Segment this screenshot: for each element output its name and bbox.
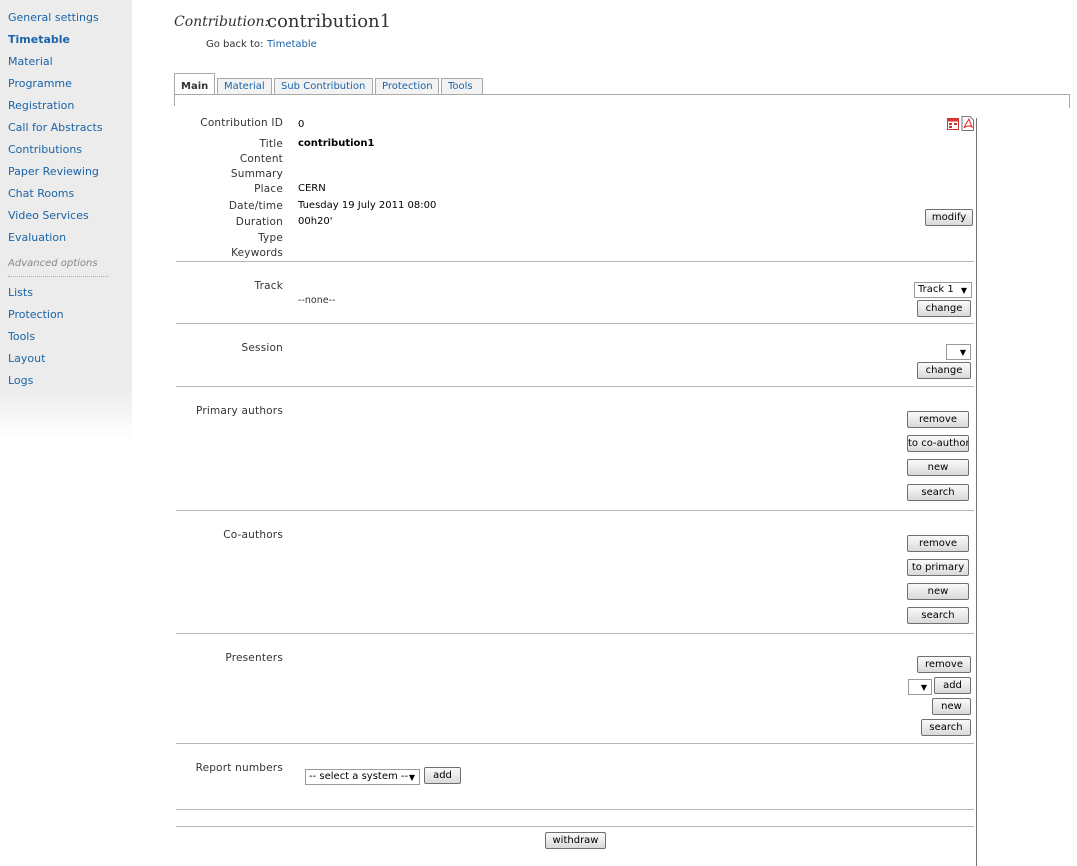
tab-tools[interactable]: Tools xyxy=(441,78,483,94)
tab-main[interactable]: Main xyxy=(174,73,215,95)
presenter-add-button[interactable]: add xyxy=(934,677,971,694)
sidebar-item-contributions[interactable]: Contributions xyxy=(8,143,82,156)
place-label: Place xyxy=(254,183,283,195)
advanced-options-heading: Advanced options xyxy=(8,258,98,269)
sidebar-item-tools[interactable]: Tools xyxy=(8,330,35,343)
track-select[interactable]: Track 1 ▼ xyxy=(914,282,972,298)
chevron-down-icon: ▼ xyxy=(408,773,415,782)
coauthor-search-button[interactable]: search xyxy=(907,607,969,624)
keywords-label: Keywords xyxy=(231,247,283,259)
presenters-label: Presenters xyxy=(225,652,283,664)
sidebar-item-layout[interactable]: Layout xyxy=(8,352,45,365)
title-value: contribution1 xyxy=(298,138,375,149)
duration-label: Duration xyxy=(235,216,283,228)
duration-value: 00h20' xyxy=(298,216,333,227)
sidebar-item-chat-rooms[interactable]: Chat Rooms xyxy=(8,187,74,200)
withdraw-button[interactable]: withdraw xyxy=(545,832,606,849)
title-label: Title xyxy=(259,138,283,150)
datetime-value: Tuesday 19 July 2011 08:00 xyxy=(298,200,437,211)
primary-remove-button[interactable]: remove xyxy=(907,411,969,428)
presenter-new-button[interactable]: new xyxy=(932,698,971,715)
sidebar-divider xyxy=(8,276,108,277)
primary-new-button[interactable]: new xyxy=(907,459,969,476)
sidebar: General settings Timetable Material Prog… xyxy=(0,0,132,440)
modify-button[interactable]: modify xyxy=(925,209,973,226)
to-coauthor-button[interactable]: to co-author xyxy=(907,435,969,452)
primary-authors-label: Primary authors xyxy=(196,405,283,417)
datetime-label: Date/time xyxy=(228,200,283,212)
to-primary-button[interactable]: to primary xyxy=(907,559,969,576)
presenter-select[interactable]: ▼ xyxy=(908,679,932,695)
session-select[interactable]: ▼ xyxy=(946,344,971,360)
tab-frame-right xyxy=(1069,94,1070,108)
report-system-select-value: -- select a system -- xyxy=(309,771,409,782)
chevron-down-icon: ▼ xyxy=(920,683,927,692)
tab-protection[interactable]: Protection xyxy=(375,78,439,94)
tab-sub-contribution[interactable]: Sub Contribution xyxy=(274,78,373,94)
track-label: Track xyxy=(254,280,283,292)
sidebar-item-protection[interactable]: Protection xyxy=(8,308,64,321)
report-add-button[interactable]: add xyxy=(424,767,461,784)
session-change-button[interactable]: change xyxy=(917,362,971,379)
separator xyxy=(176,510,974,511)
sidebar-item-registration[interactable]: Registration xyxy=(8,99,74,112)
sidebar-item-video-services[interactable]: Video Services xyxy=(8,209,89,222)
sidebar-item-paper-reviewing[interactable]: Paper Reviewing xyxy=(8,165,99,178)
page-title: contribution1 xyxy=(267,11,392,32)
sidebar-item-programme[interactable]: Programme xyxy=(8,77,72,90)
summary-label: Summary xyxy=(230,168,283,180)
coauthor-new-button[interactable]: new xyxy=(907,583,969,600)
sidebar-item-timetable[interactable]: Timetable xyxy=(8,33,70,46)
separator xyxy=(176,386,974,387)
track-change-button[interactable]: change xyxy=(917,300,971,317)
track-select-value: Track 1 xyxy=(918,284,954,295)
tab-frame-left xyxy=(174,94,177,106)
ical-export-icon[interactable] xyxy=(947,116,959,130)
chevron-down-icon: ▼ xyxy=(960,286,967,295)
sidebar-item-call-for-abstracts[interactable]: Call for Abstracts xyxy=(8,121,103,134)
separator xyxy=(176,743,974,744)
type-label: Type xyxy=(258,232,283,244)
sidebar-item-logs[interactable]: Logs xyxy=(8,374,33,387)
chevron-down-icon: ▼ xyxy=(959,348,966,357)
sidebar-item-general-settings[interactable]: General settings xyxy=(8,11,99,24)
primary-search-button[interactable]: search xyxy=(907,484,969,501)
coauthor-remove-button[interactable]: remove xyxy=(907,535,969,552)
contribution-id-value: 0 xyxy=(298,119,305,130)
content-label: Content xyxy=(239,153,283,165)
contribution-id-label: Contribution ID xyxy=(200,117,283,129)
content-right-border xyxy=(976,118,977,866)
session-label: Session xyxy=(241,342,283,354)
separator xyxy=(176,261,974,262)
tab-divider xyxy=(174,94,1070,95)
separator xyxy=(176,809,974,810)
tab-material[interactable]: Material xyxy=(217,78,272,94)
sidebar-item-evaluation[interactable]: Evaluation xyxy=(8,231,66,244)
sidebar-item-material[interactable]: Material xyxy=(8,55,53,68)
presenter-remove-button[interactable]: remove xyxy=(917,656,971,673)
separator xyxy=(176,323,974,324)
report-numbers-label: Report numbers xyxy=(195,762,283,774)
go-back-label: Go back to: xyxy=(206,39,264,50)
coauthors-label: Co-authors xyxy=(223,529,283,541)
separator xyxy=(176,633,974,634)
presenter-search-button[interactable]: search xyxy=(921,719,971,736)
go-back-link[interactable]: Timetable xyxy=(267,39,317,50)
separator xyxy=(176,826,974,827)
page-type-label: Contribution: xyxy=(174,14,270,30)
place-value: CERN xyxy=(298,183,326,194)
track-value: --none-- xyxy=(298,295,336,306)
report-system-select[interactable]: -- select a system -- ▼ xyxy=(305,769,420,785)
pdf-export-icon[interactable] xyxy=(961,116,974,131)
sidebar-item-lists[interactable]: Lists xyxy=(8,286,33,299)
